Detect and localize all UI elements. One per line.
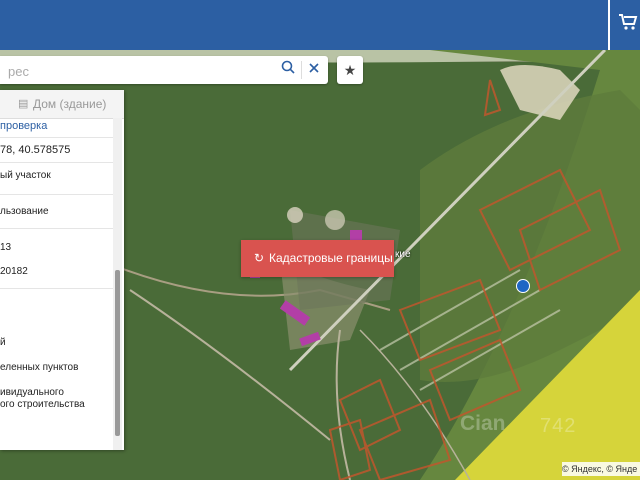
search-bar (0, 56, 328, 84)
tab-building-label: Дом (здание) (33, 97, 107, 111)
search-input[interactable] (6, 60, 280, 82)
search-divider (301, 61, 302, 79)
watermark-number: 742 (540, 415, 577, 437)
cadastral-number-value: 20182 (0, 266, 28, 277)
map-attribution[interactable]: © Яндекс, © Янде (562, 462, 640, 476)
tab-building[interactable]: ▤ Дом (здание) (0, 90, 124, 119)
watermark-logo: Cian (460, 412, 506, 435)
refresh-icon: ↻ (254, 251, 265, 265)
info-panel: ▤ Дом (здание) проверка 78, 40.578575 ый… (0, 90, 124, 450)
top-header (0, 0, 640, 50)
permitted-use-line-1: ивидуального (0, 387, 64, 398)
close-icon[interactable] (304, 60, 324, 80)
cart-icon[interactable] (618, 12, 640, 38)
divider (0, 228, 113, 229)
divider (0, 137, 113, 138)
search-icon[interactable] (278, 60, 298, 80)
building-icon: ▤ (18, 98, 29, 110)
divider (0, 194, 113, 195)
number-value: 13 (0, 242, 12, 253)
cadastral-boundaries-button[interactable]: ↻ Кадастровые границы (241, 240, 394, 277)
divider (0, 162, 113, 163)
cadastral-boundaries-label: Кадастровые границы (269, 251, 393, 265)
location-marker[interactable] (516, 279, 530, 293)
verify-link[interactable]: проверка (0, 120, 47, 132)
coordinates-value: 78, 40.578575 (0, 144, 71, 156)
permitted-use-line-2: ого строительства (0, 399, 85, 410)
header-divider (608, 0, 610, 50)
map-place-label: кие (395, 249, 411, 260)
panel-scrollbar-thumb[interactable] (115, 270, 120, 436)
divider (0, 288, 113, 289)
land-use-label: льзование (0, 206, 49, 217)
object-type-value: ый участок (0, 170, 51, 181)
favorite-button[interactable]: ★ (337, 56, 363, 84)
settlement-lands-value: еленных пунктов (0, 362, 79, 373)
category-value: й (0, 337, 6, 348)
star-icon: ★ (343, 62, 357, 78)
